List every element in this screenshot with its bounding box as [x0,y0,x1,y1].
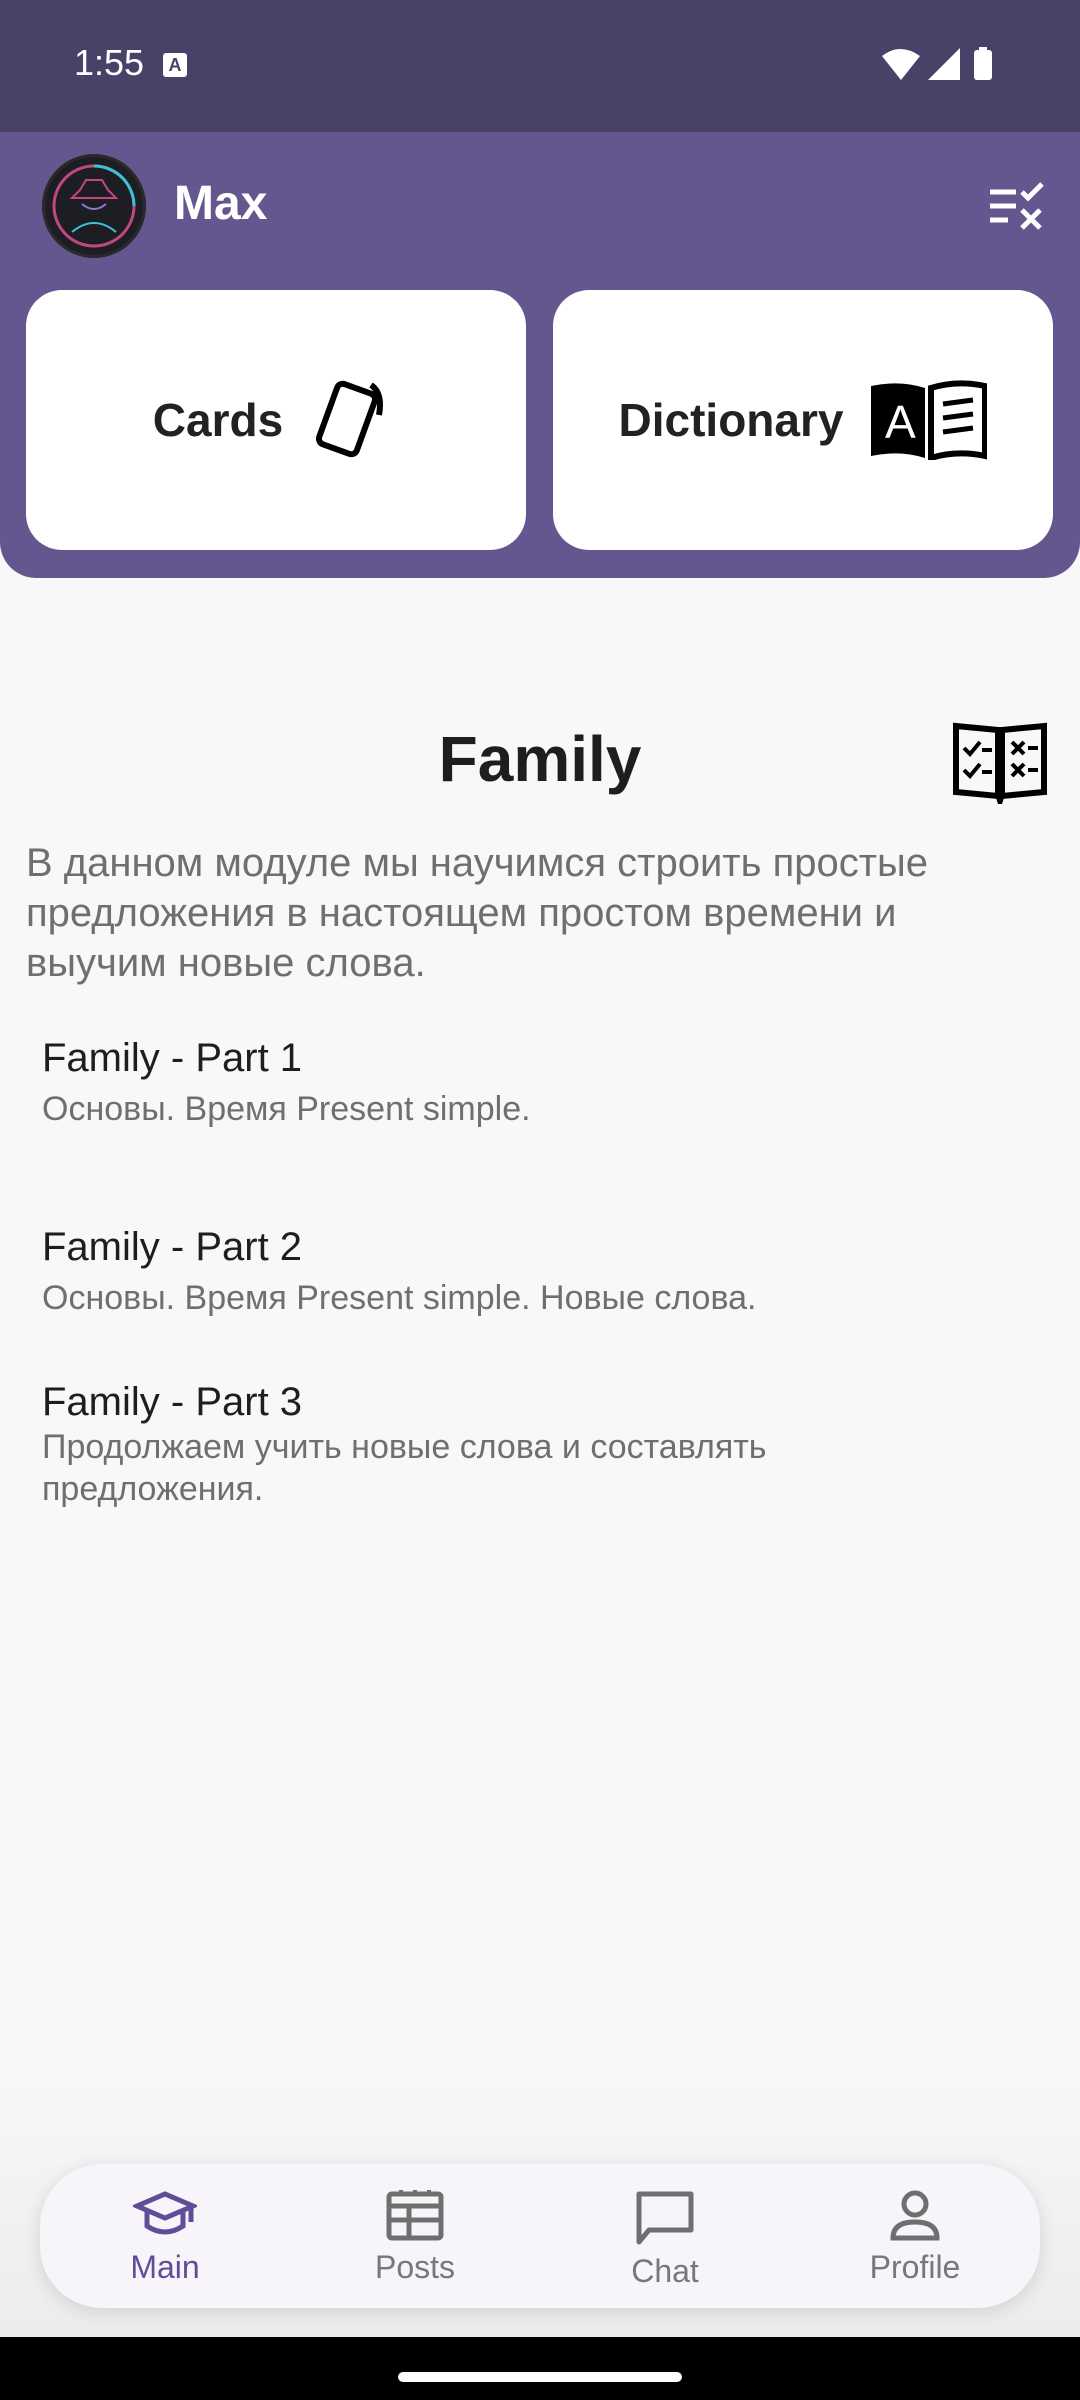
cards-icon [316,380,384,458]
part-subtitle: Основы. Время Present simple. Новые слов… [42,1279,757,1317]
nav-item-main[interactable]: Main [40,2164,290,2308]
chat-icon [636,2191,694,2245]
status-bar: 1:55 A [0,0,1080,132]
graduation-cap-icon [130,2191,200,2235]
status-time: 1:55 [74,42,145,83]
system-navigation-bar [0,2337,1080,2400]
cards-button[interactable]: Cards [26,290,526,550]
nav-label-posts: Posts [374,2249,456,2285]
nav-item-chat[interactable]: Chat [540,2164,790,2308]
profile-icon [890,2190,940,2241]
cards-label: Cards [152,394,284,446]
tasks-book-icon[interactable] [952,720,1048,804]
nav-item-profile[interactable]: Profile [790,2164,1040,2308]
nav-item-posts[interactable]: Posts [290,2164,540,2308]
signal-icon [928,48,960,80]
part-subtitle: Основы. Время Present simple. [42,1090,531,1128]
svg-text:A: A [885,396,916,448]
module-description: В данном модуле мы научимся строить прос… [26,841,929,985]
wifi-icon [882,49,920,80]
list-item[interactable]: Family - Part 1 Основы. Время Present si… [42,1034,1042,1130]
dictionary-label: Dictionary [618,394,844,446]
app-header: Max Cards Dictionary A [0,132,1080,578]
part-title: Family - Part 3 [42,1380,303,1424]
avatar[interactable] [42,154,146,258]
module-title: Family [438,723,642,795]
bottom-navigation: Main Posts Chat Profile [40,2164,1040,2308]
part-title: Family - Part 1 [42,1036,303,1080]
username: Max [174,177,268,230]
list-item[interactable]: Family - Part 2 Основы. Время Present si… [42,1223,1042,1319]
status-icons [880,46,1010,91]
dictionary-book-icon: A [871,380,988,460]
part-title: Family - Part 2 [42,1225,303,1269]
home-gesture-bar[interactable] [398,2372,682,2382]
battery-icon [974,50,992,80]
nav-label-profile: Profile [869,2249,961,2285]
list-item[interactable]: Family - Part 3 Продолжаем учить новые с… [42,1378,1042,1510]
checklist-menu-icon[interactable] [986,182,1046,232]
part-subtitle: Продолжаем учить новые слова и составлят… [42,1428,767,1508]
nav-label-main: Main [130,2249,200,2285]
app-notification-icon: A [163,53,187,77]
dictionary-button[interactable]: Dictionary A [553,290,1053,550]
posts-icon [386,2190,444,2241]
nav-label-chat: Chat [631,2253,699,2289]
